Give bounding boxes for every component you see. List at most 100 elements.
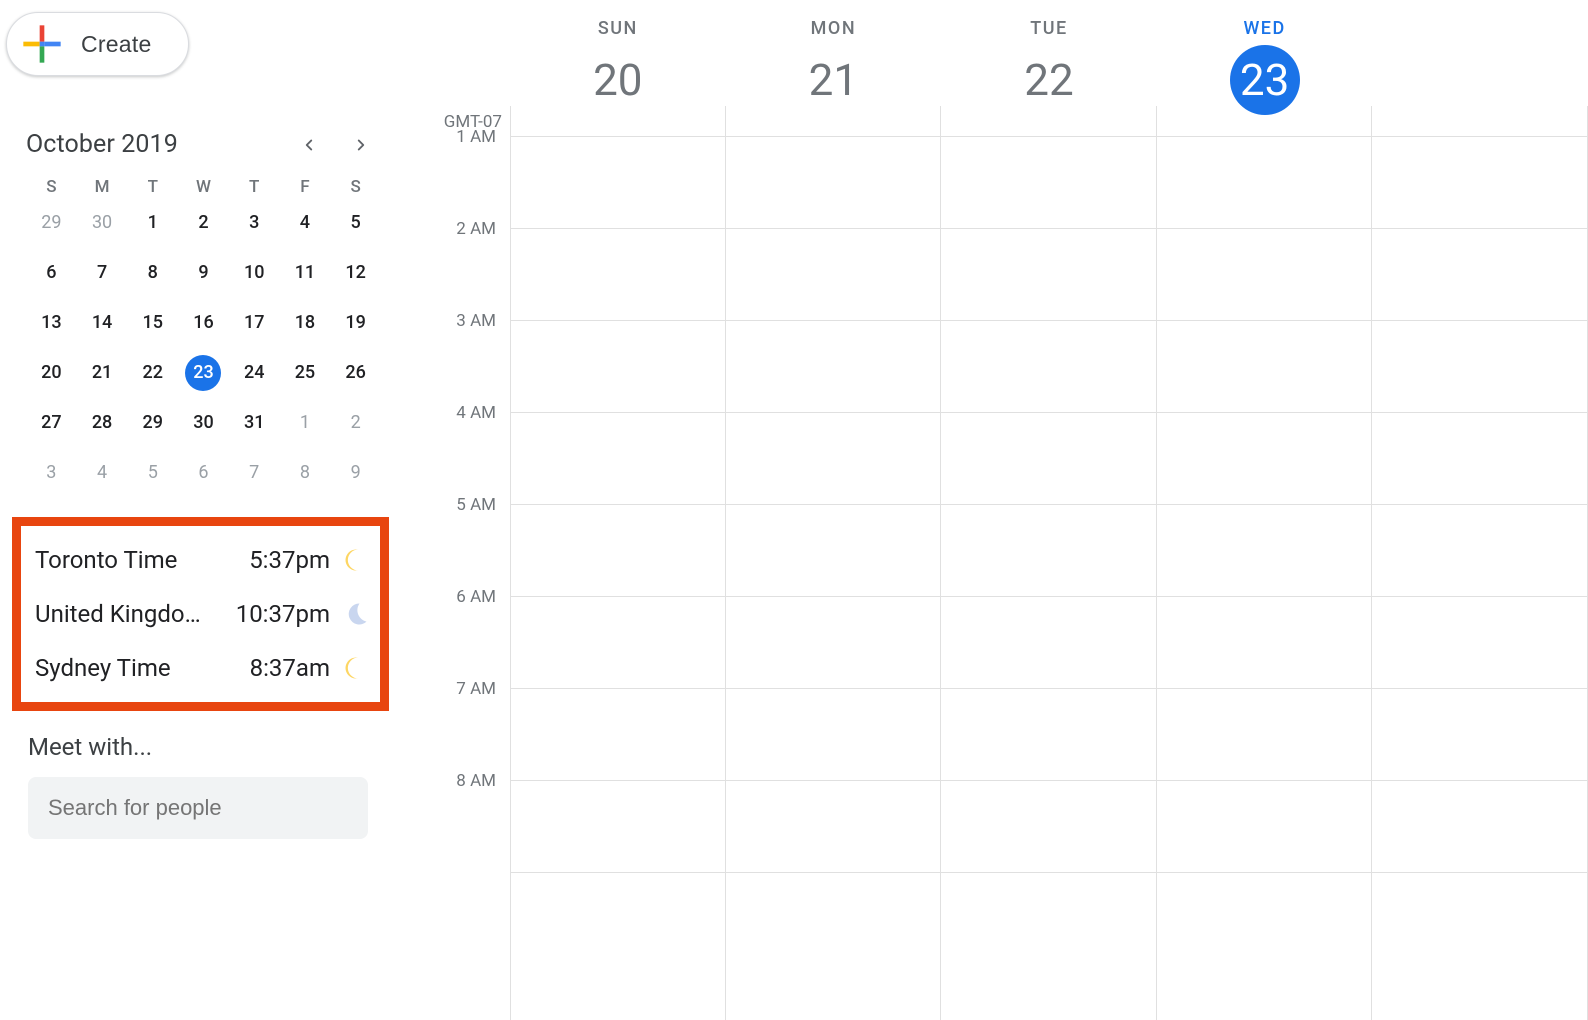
day-column-header[interactable]: SUN20 (510, 18, 726, 115)
mini-cal-day[interactable]: 7 (236, 455, 272, 491)
world-clock-time: 8:37am (250, 654, 330, 682)
world-clock-time: 10:37pm (236, 600, 330, 628)
mini-cal-dow: S (26, 177, 77, 197)
mini-cal-week: 29 30 12345 (26, 205, 381, 241)
hour-label: 8 AM (432, 771, 496, 791)
day-header-dow: WED (1243, 18, 1285, 39)
world-clock-row[interactable]: Sydney Time8:37am (35, 648, 370, 688)
grid-column[interactable] (726, 106, 942, 1020)
mini-cal-dow: W (178, 177, 229, 197)
mini-calendar: October 2019 SMTWTFS 2930123456789101112… (6, 130, 395, 491)
mini-cal-day[interactable]: 3 (236, 205, 272, 241)
day-header-date: 21 (798, 45, 868, 115)
calendar-main: GMT-07 SUN20MON21TUE22WED23 1 AM2 AM3 AM… (418, 0, 1588, 1020)
hour-label: 4 AM (432, 403, 496, 423)
day-header-date: 23 (1230, 45, 1300, 115)
chevron-left-icon (300, 136, 318, 154)
mini-cal-day[interactable]: 2 (185, 205, 221, 241)
mini-cal-day[interactable]: 14 (84, 305, 120, 341)
next-month-button[interactable] (347, 131, 375, 159)
mini-cal-day[interactable]: 3 (33, 455, 69, 491)
mini-cal-day[interactable]: 23 (185, 355, 221, 391)
meet-with-section: Meet with... (6, 733, 395, 839)
prev-month-button[interactable] (295, 131, 323, 159)
mini-cal-day[interactable]: 26 (338, 355, 374, 391)
create-button-label: Create (81, 31, 152, 58)
mini-cal-day[interactable]: 5 (135, 455, 171, 491)
grid-column[interactable] (510, 106, 726, 1020)
mini-cal-week: 3456789 (26, 455, 381, 491)
grid-column[interactable] (941, 106, 1157, 1020)
mini-cal-day[interactable]: 20 (33, 355, 69, 391)
mini-cal-day[interactable]: 6 (185, 455, 221, 491)
mini-cal-day[interactable]: 12 (338, 255, 374, 291)
mini-cal-day[interactable]: 16 (185, 305, 221, 341)
mini-cal-day[interactable]: 6 (33, 255, 69, 291)
mini-cal-day[interactable]: 18 (287, 305, 323, 341)
mini-cal-day[interactable]: 11 (287, 255, 323, 291)
mini-cal-day[interactable]: 30 (185, 405, 221, 441)
mini-cal-day[interactable]: 22 (135, 355, 171, 391)
day-column-header[interactable]: MON21 (726, 18, 942, 115)
mini-cal-day[interactable]: 4 (287, 205, 323, 241)
mini-cal-day[interactable]: 10 (236, 255, 272, 291)
world-clock-panel: Toronto Time5:37pm United Kingdo…10:37pm S… (12, 517, 389, 711)
grid-column[interactable] (1372, 106, 1588, 1020)
mini-cal-day[interactable]: 19 (338, 305, 374, 341)
search-people-input[interactable] (28, 777, 368, 839)
mini-cal-day[interactable]: 30 (84, 205, 120, 241)
hour-label: 6 AM (432, 587, 496, 607)
world-clock-row[interactable]: United Kingdo…10:37pm (35, 594, 370, 634)
hour-label: 5 AM (432, 495, 496, 515)
hour-label: 3 AM (432, 311, 496, 331)
mini-cal-day[interactable]: 13 (33, 305, 69, 341)
google-plus-icon (21, 23, 63, 65)
mini-cal-day[interactable]: 7 (84, 255, 120, 291)
world-clock-name: United Kingdo… (35, 600, 236, 628)
calendar-grid[interactable]: 1 AM2 AM3 AM4 AM5 AM6 AM7 AM8 AM (510, 106, 1588, 1020)
world-clock-name: Toronto Time (35, 546, 249, 574)
mini-cal-day[interactable]: 25 (287, 355, 323, 391)
mini-cal-day[interactable]: 17 (236, 305, 272, 341)
mini-cal-day[interactable]: 15 (135, 305, 171, 341)
day-header-dow: TUE (1030, 18, 1067, 39)
world-clock-name: Sydney Time (35, 654, 250, 682)
mini-cal-day[interactable]: 28 (84, 405, 120, 441)
day-column-header[interactable] (1372, 18, 1588, 115)
mini-cal-day[interactable]: 31 (236, 405, 272, 441)
mini-cal-day[interactable]: 21 (84, 355, 120, 391)
mini-calendar-nav (295, 131, 375, 159)
mini-cal-dow: T (127, 177, 178, 197)
mini-cal-day[interactable]: 8 (287, 455, 323, 491)
mini-cal-day[interactable]: 8 (135, 255, 171, 291)
mini-calendar-title: October 2019 (26, 130, 178, 159)
grid-cols (510, 106, 1588, 1020)
chevron-right-icon (352, 136, 370, 154)
mini-cal-dow: M (77, 177, 128, 197)
sun-icon (342, 654, 370, 682)
mini-cal-day[interactable]: 29 (33, 205, 69, 241)
hour-label: 1 AM (432, 127, 496, 147)
mini-cal-day[interactable]: 29 (135, 405, 171, 441)
sidebar: Create October 2019 SMTWTFS 293012345678… (0, 0, 395, 839)
mini-cal-day[interactable]: 24 (236, 355, 272, 391)
day-header-dow: SUN (598, 18, 638, 39)
mini-cal-day[interactable]: 1 (135, 205, 171, 241)
day-header-date: 22 (1014, 45, 1084, 115)
grid-column[interactable] (1157, 106, 1373, 1020)
day-column-header[interactable]: TUE 22 (941, 18, 1157, 115)
mini-cal-week: 13 14 15 16 17 18 19 (26, 305, 381, 341)
world-clock-row[interactable]: Toronto Time5:37pm (35, 540, 370, 580)
mini-cal-day[interactable]: 5 (338, 205, 374, 241)
mini-cal-day[interactable]: 9 (338, 455, 374, 491)
mini-cal-day[interactable]: 4 (84, 455, 120, 491)
mini-cal-day[interactable]: 1 (287, 405, 323, 441)
mini-cal-day[interactable]: 9 (185, 255, 221, 291)
mini-cal-week: 6789 10 11 12 (26, 255, 381, 291)
meet-with-title: Meet with... (28, 733, 373, 761)
day-column-header[interactable]: WED 23 (1157, 18, 1373, 115)
create-button[interactable]: Create (6, 12, 189, 76)
mini-calendar-dow-row: SMTWTFS (26, 177, 381, 197)
mini-cal-day[interactable]: 2 (338, 405, 374, 441)
mini-cal-day[interactable]: 27 (33, 405, 69, 441)
